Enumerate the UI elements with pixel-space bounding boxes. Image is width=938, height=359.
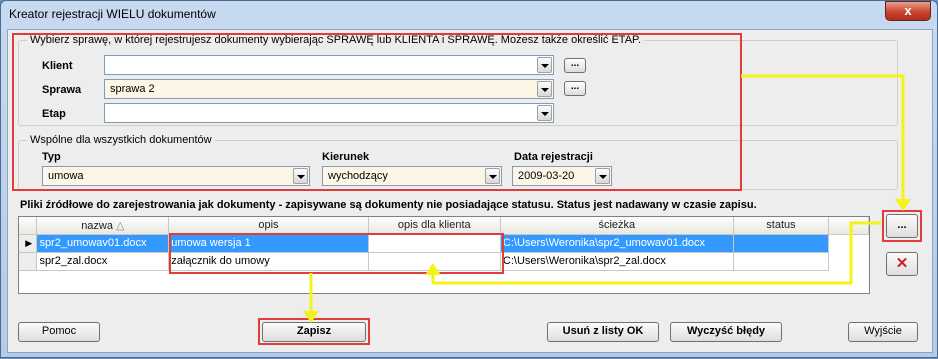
dialog-body: Wybierz sprawę, w której rejestrujesz do… [7, 29, 933, 353]
cell-sciezka[interactable]: C:\Users\Weronika\spr2_zal.docx [500, 252, 734, 271]
row-filler [828, 234, 869, 252]
grid-corner [19, 217, 38, 235]
sort-ascending-icon: △ [116, 219, 125, 232]
highlight-frame-browse [882, 210, 922, 242]
exit-button[interactable]: Wyjście [848, 322, 918, 342]
row-filler [829, 252, 869, 270]
column-header-sciezka[interactable]: ścieżka [500, 217, 734, 235]
delete-icon[interactable]: ✕ [886, 252, 918, 276]
clear-errors-button[interactable]: Wyczyść błędy [670, 322, 782, 342]
highlight-frame-cells [169, 233, 504, 274]
remove-ok-button[interactable]: Usuń z listy OK [547, 322, 659, 342]
cell-nazwa[interactable]: spr2_zal.docx [36, 252, 170, 271]
cell-nazwa[interactable]: spr2_umowav01.docx [36, 234, 170, 253]
column-header-filler [828, 217, 869, 235]
close-button[interactable]: x [885, 1, 931, 21]
column-header-nazwa[interactable]: nazwa △ [36, 217, 170, 235]
cell-sciezka[interactable]: C:\Users\Weronika\spr2_umowav01.docx [500, 234, 734, 253]
highlight-frame-top [12, 33, 742, 191]
row-pointer-icon: ▶ [19, 234, 38, 253]
files-title: Pliki źródłowe do zarejestrowania jak do… [20, 199, 757, 211]
column-header-opis-klienta[interactable]: opis dla klienta [368, 217, 501, 235]
column-header-opis[interactable]: opis [168, 217, 369, 235]
window-title: Kreator rejestracji WIELU dokumentów [9, 7, 216, 21]
column-header-status[interactable]: status [733, 217, 830, 235]
highlight-frame-save [258, 318, 370, 345]
cell-status[interactable] [733, 234, 830, 253]
help-button[interactable]: Pomoc [18, 322, 100, 342]
dialog-window: Kreator rejestracji WIELU dokumentów x W… [0, 0, 938, 358]
row-indicator [19, 252, 38, 271]
title-bar[interactable]: Kreator rejestracji WIELU dokumentów x [1, 1, 937, 29]
cell-status[interactable] [733, 252, 830, 271]
